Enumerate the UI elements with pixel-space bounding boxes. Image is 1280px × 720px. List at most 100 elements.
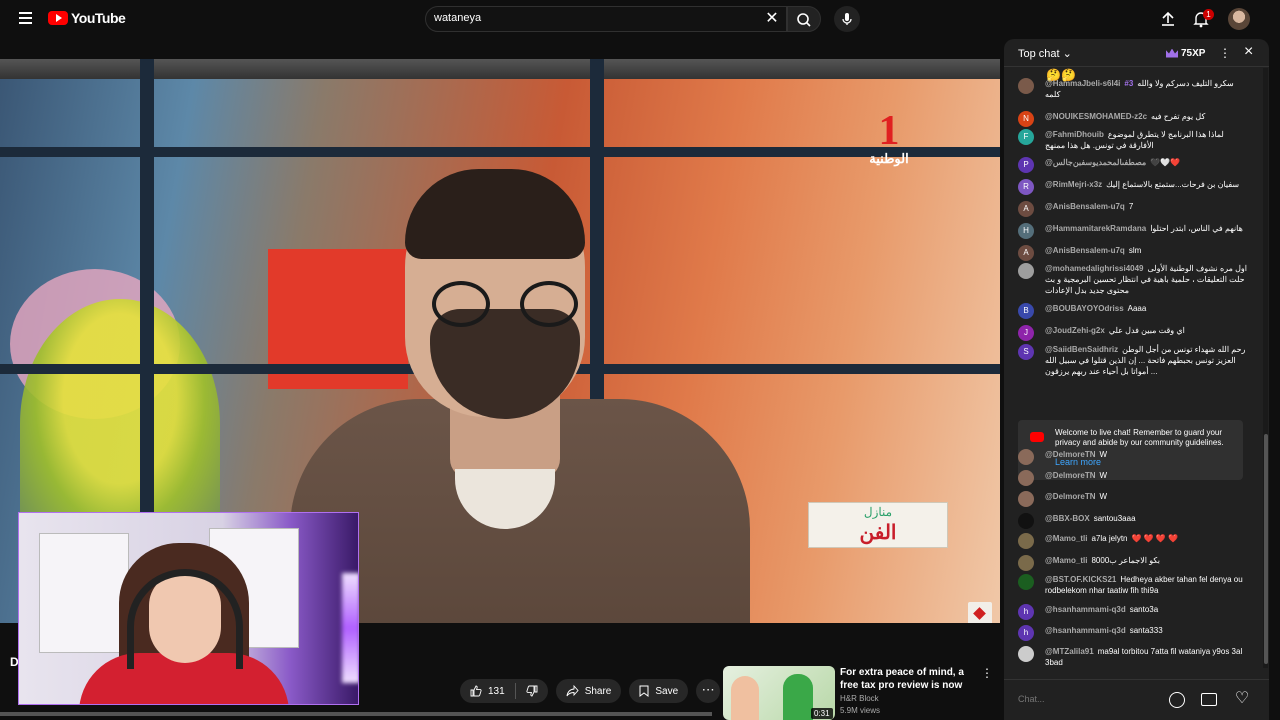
ad-thumbnail[interactable]: 0:31 <box>723 666 835 720</box>
chat-avatar[interactable]: h <box>1018 625 1034 641</box>
chat-message-body: @HammamitarekRamdana هانهم في الناس، ابتد… <box>1045 223 1250 239</box>
chat-avatar[interactable] <box>1018 470 1034 486</box>
chat-input[interactable] <box>1018 690 1162 708</box>
chat-avatar[interactable]: J <box>1018 325 1034 341</box>
account-avatar[interactable] <box>1228 8 1250 30</box>
chat-message[interactable]: @DelmoreTN W <box>1018 449 1250 465</box>
chat-avatar[interactable] <box>1018 646 1034 662</box>
chat-options-icon[interactable]: ⋮ <box>1219 46 1231 60</box>
chat-author[interactable]: @hsanhammami-q3d <box>1045 605 1126 614</box>
share-button[interactable]: Share <box>555 679 622 703</box>
chat-author[interactable]: @AnisBensalem-u7q <box>1045 202 1125 211</box>
chat-author[interactable]: @مصطفىالمحمديوسفبن‌جالس <box>1045 158 1146 167</box>
chat-avatar[interactable]: A <box>1018 245 1034 261</box>
chat-message[interactable]: A @AnisBensalem-u7q 7 <box>1018 201 1250 217</box>
chat-avatar[interactable] <box>1018 574 1034 590</box>
chat-message[interactable]: h @hsanhammami-q3d santo3a <box>1018 604 1250 620</box>
chat-avatar[interactable]: N <box>1018 111 1034 127</box>
search-input[interactable] <box>434 12 754 24</box>
chat-messages[interactable]: 🤔🤔 Welcome to live chat! Remember to gua… <box>1004 68 1269 679</box>
chat-avatar[interactable]: B <box>1018 303 1034 319</box>
chat-avatar[interactable] <box>1018 449 1034 465</box>
chat-author[interactable]: @JoudZehi-g2x <box>1045 326 1105 335</box>
chat-author[interactable]: @SaiidBenSaidhriz <box>1045 345 1118 354</box>
close-chat-icon[interactable]: × <box>1244 43 1253 61</box>
chat-message[interactable]: N @NOUIKESMOHAMED-z2c كل يوم تفرح فيه <box>1018 111 1250 127</box>
chat-author[interactable]: @RimMejri-x3z <box>1045 180 1102 189</box>
xp-badge[interactable]: 75XP <box>1166 46 1205 60</box>
chat-avatar[interactable] <box>1018 263 1034 279</box>
corner-logo-icon <box>968 602 992 623</box>
like-button[interactable]: 131 <box>460 679 515 703</box>
chat-avatar[interactable]: P <box>1018 157 1034 173</box>
chat-author[interactable]: @HammaJbeli-s6l4i <box>1045 79 1120 88</box>
chat-avatar[interactable] <box>1018 491 1034 507</box>
progress-bar[interactable] <box>0 712 712 716</box>
chat-avatar[interactable] <box>1018 533 1034 549</box>
heart-icon[interactable]: ♡ <box>1233 690 1251 708</box>
chat-avatar[interactable] <box>1018 555 1034 571</box>
chat-avatar[interactable]: A <box>1018 201 1034 217</box>
chat-avatar[interactable]: R <box>1018 179 1034 195</box>
chat-message[interactable]: @MTZalila91 ma9al torbitou 7atta fil wata… <box>1018 646 1250 668</box>
voice-search-button[interactable] <box>834 6 860 32</box>
chat-message[interactable]: J @JoudZehi-g2x اي وقت مبين فدل علي <box>1018 325 1250 341</box>
chat-author[interactable]: @MTZalila91 <box>1045 647 1094 656</box>
chat-avatar[interactable] <box>1018 78 1034 94</box>
chat-author[interactable]: @DelmoreTN <box>1045 471 1095 480</box>
youtube-logo[interactable]: YouTube <box>48 10 126 26</box>
chat-author[interactable]: @DelmoreTN <box>1045 492 1095 501</box>
chat-scroll-thumb[interactable] <box>1264 434 1268 664</box>
chat-message[interactable]: @HammaJbeli-s6l4i #3 سكرو التليف دسركم ولا… <box>1018 78 1250 100</box>
chat-message-body: @hsanhammami-q3d santo3a <box>1045 604 1250 620</box>
chat-author[interactable]: @NOUIKESMOHAMED-z2c <box>1045 112 1147 121</box>
chat-avatar[interactable]: h <box>1018 604 1034 620</box>
chat-author[interactable]: @DelmoreTN <box>1045 450 1095 459</box>
dislike-button[interactable] <box>516 679 548 703</box>
chat-message[interactable]: B @BOUBAYOYOdriss Aaaa <box>1018 303 1250 319</box>
chat-author[interactable]: @hsanhammami-q3d <box>1045 626 1126 635</box>
chat-message[interactable]: @mohamedalighrissi4049 اول مره نشوف الوطن… <box>1018 263 1250 296</box>
ad-views: 5.9M views <box>840 706 881 715</box>
chat-author[interactable]: @BBX-BOX <box>1045 514 1090 523</box>
chat-message[interactable]: @BST.OF.KICKS21 Hedheya akber tahan fel d… <box>1018 574 1250 596</box>
chat-message[interactable]: A @AnisBensalem-u7q slm <box>1018 245 1250 261</box>
chat-author[interactable]: @AnisBensalem-u7q <box>1045 246 1125 255</box>
chat-message[interactable]: @BBX-BOX santou3aaa <box>1018 513 1250 529</box>
chat-message[interactable]: @Mamo_tli a7la jelytn ❤️ ❤️ ❤️ ❤️ <box>1018 533 1250 549</box>
more-actions-button[interactable]: ⋯ <box>696 679 721 703</box>
emoji-picker-icon[interactable] <box>1169 692 1185 708</box>
save-button[interactable]: Save <box>629 679 689 703</box>
chat-author[interactable]: @Mamo_tli <box>1045 556 1087 565</box>
chat-message[interactable]: P @مصطفىالمحمديوسفبن‌جالس 🖤🤍❤️ <box>1018 157 1250 173</box>
chat-mode-dropdown[interactable]: Top chat ⌄ <box>1018 47 1072 60</box>
upload-button[interactable] <box>1158 9 1178 29</box>
clear-search-icon[interactable]: ✕ <box>763 10 781 28</box>
chat-message[interactable]: @DelmoreTN W <box>1018 470 1250 486</box>
ad-channel: H&R Block <box>840 694 879 703</box>
chat-message[interactable]: h @hsanhammami-q3d santa333 <box>1018 625 1250 641</box>
chat-author[interactable]: @BST.OF.KICKS21 <box>1045 575 1116 584</box>
channel-logo-name: الوطنية <box>869 151 909 166</box>
chat-author[interactable]: @BOUBAYOYOdriss <box>1045 304 1124 313</box>
chat-author[interactable]: @HammamitarekRamdana <box>1045 224 1146 233</box>
chat-message[interactable]: S @SaiidBenSaidhriz رحم الله شهداء تونس من… <box>1018 344 1250 377</box>
chat-message[interactable]: H @HammamitarekRamdana هانهم في الناس، ابت… <box>1018 223 1250 239</box>
chat-message[interactable]: F @FahmiDhouib لماذا هذا البرنامج لا يتطرق… <box>1018 129 1250 151</box>
super-chat-icon[interactable] <box>1201 693 1217 706</box>
chat-author[interactable]: @mohamedalighrissi4049 <box>1045 264 1144 273</box>
chat-avatar[interactable]: F <box>1018 129 1034 145</box>
chat-author[interactable]: @FahmiDhouib <box>1045 130 1104 139</box>
chat-message[interactable]: R @RimMejri-x3z سفيان بن فرحات...ستمتع بال… <box>1018 179 1250 195</box>
chat-message-body: @AnisBensalem-u7q 7 <box>1045 201 1250 217</box>
chat-message[interactable]: @DelmoreTN W <box>1018 491 1250 507</box>
menu-icon[interactable] <box>14 9 36 29</box>
ad-menu-icon[interactable]: ⋮ <box>981 666 993 682</box>
chat-avatar[interactable]: H <box>1018 223 1034 239</box>
chat-avatar[interactable]: S <box>1018 344 1034 360</box>
search-button[interactable] <box>787 6 821 32</box>
chat-avatar[interactable] <box>1018 513 1034 529</box>
ad-title[interactable]: For extra peace of mind, a free tax pro … <box>840 666 978 692</box>
chat-author[interactable]: @Mamo_tli <box>1045 534 1087 543</box>
chat-message[interactable]: @Mamo_tli بكو الاجماعر ب8000 <box>1018 555 1250 571</box>
